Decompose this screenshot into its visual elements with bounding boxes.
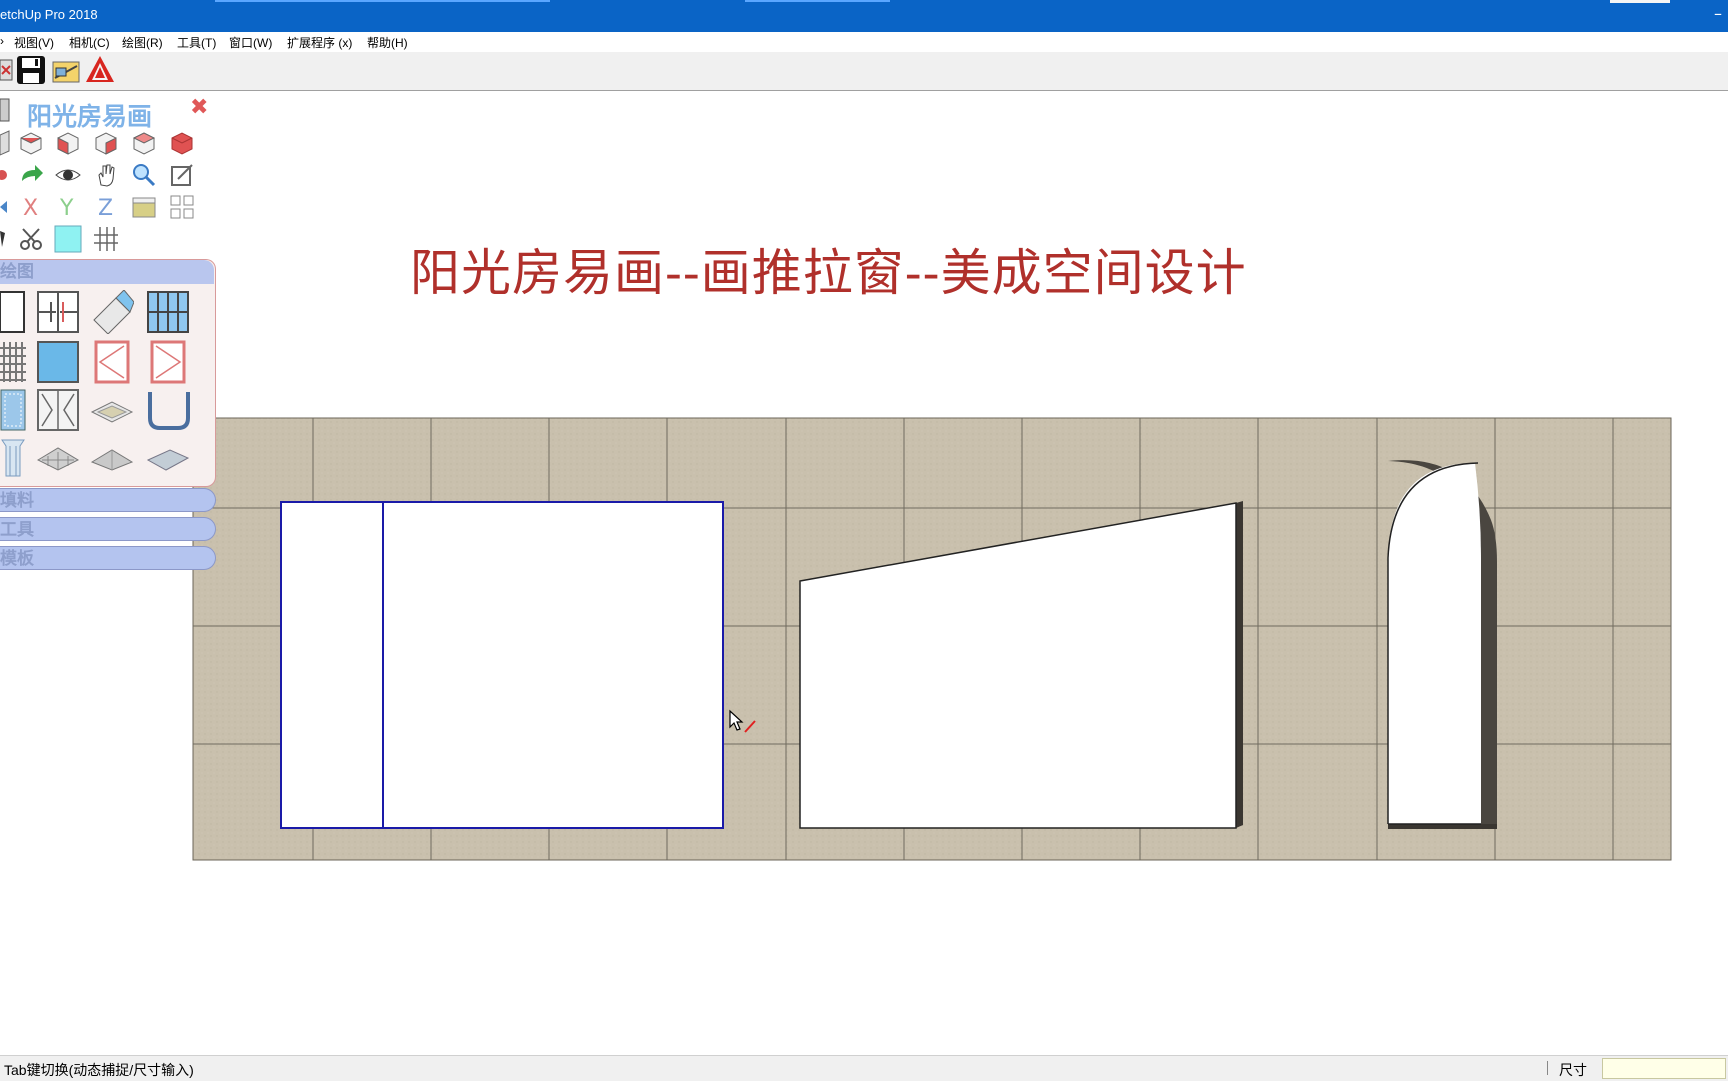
panel-header: 阳光房易画 ✖ bbox=[0, 91, 218, 131]
titlebar-highlight bbox=[745, 0, 890, 2]
view-right-icon[interactable] bbox=[92, 129, 120, 157]
status-bar: Tab键切换(动态捕捉/尺寸输入) 尺寸 bbox=[0, 1055, 1728, 1081]
measurement-label: 尺寸 bbox=[1559, 1062, 1587, 1078]
double-window-icon[interactable] bbox=[146, 290, 190, 334]
materials-section[interactable]: 填料 bbox=[0, 488, 216, 512]
draw-section-header[interactable]: 绘图 bbox=[0, 260, 214, 284]
sliding-window-icon[interactable] bbox=[36, 290, 80, 334]
view-back-icon[interactable] bbox=[130, 129, 158, 157]
plugin-logo: 阳光房易画 bbox=[27, 102, 153, 131]
glass-panel-icon[interactable] bbox=[36, 340, 80, 384]
fill-face-icon[interactable] bbox=[54, 225, 82, 253]
title-bar: etchUp Pro 2018 – bbox=[0, 0, 1728, 32]
eraser-icon[interactable] bbox=[90, 290, 134, 334]
screen-door-icon[interactable] bbox=[0, 388, 26, 432]
orbit-edge-icon[interactable] bbox=[0, 161, 8, 189]
x-axis-icon[interactable]: X bbox=[17, 193, 45, 221]
resize-icon[interactable] bbox=[0, 54, 14, 86]
roof-truss-icon[interactable] bbox=[36, 436, 80, 480]
menu-item-edge[interactable]: › bbox=[0, 34, 4, 48]
zoom-icon[interactable] bbox=[130, 161, 158, 189]
menu-item-draw[interactable]: 绘图(R) bbox=[122, 34, 163, 51]
rectangular-opening[interactable] bbox=[280, 501, 724, 829]
frame-rect-icon[interactable] bbox=[0, 290, 26, 334]
view-front-icon[interactable] bbox=[54, 129, 82, 157]
menu-bar: › 视图(V) 相机(C) 绘图(R) 工具(T) 窗口(W) 扩展程序 (x)… bbox=[0, 32, 1728, 52]
casement-left-icon[interactable] bbox=[90, 340, 134, 384]
svg-text:X: X bbox=[23, 196, 38, 221]
main-toolbar bbox=[0, 52, 1728, 91]
scissors-icon[interactable] bbox=[17, 225, 45, 253]
menu-item-tools[interactable]: 工具(T) bbox=[177, 34, 216, 51]
minimize-button[interactable]: – bbox=[1708, 0, 1728, 32]
skylight-icon[interactable] bbox=[90, 388, 134, 432]
pan-hand-icon[interactable] bbox=[92, 161, 120, 189]
view-top-icon[interactable] bbox=[17, 129, 45, 157]
tools-section[interactable]: 工具 bbox=[0, 517, 216, 541]
app-title: etchUp Pro 2018 bbox=[0, 7, 98, 22]
view-title: 阳光房易画--画推拉窗--美成空间设计 bbox=[410, 244, 1247, 302]
panel-grip-icon[interactable] bbox=[0, 95, 10, 123]
status-separator bbox=[1547, 1061, 1548, 1075]
menu-item-camera[interactable]: 相机(C) bbox=[69, 34, 110, 51]
slope-roof-icon[interactable] bbox=[146, 436, 190, 480]
gutter-icon[interactable] bbox=[146, 388, 190, 432]
hip-roof-icon[interactable] bbox=[90, 436, 134, 480]
menu-item-view[interactable]: 视图(V) bbox=[14, 34, 54, 51]
column-icon[interactable] bbox=[0, 436, 26, 480]
layout-icon[interactable] bbox=[84, 54, 116, 86]
folding-door-icon[interactable] bbox=[36, 388, 80, 432]
templates-section[interactable]: 模板 bbox=[0, 546, 216, 570]
menu-item-extensions[interactable]: 扩展程序 (x) bbox=[287, 34, 352, 51]
z-axis-icon[interactable]: Z bbox=[92, 193, 120, 221]
y-axis-icon[interactable]: Y bbox=[54, 193, 82, 221]
casement-right-icon[interactable] bbox=[146, 340, 190, 384]
view-iso-red-icon[interactable] bbox=[168, 129, 196, 157]
svg-text:Z: Z bbox=[98, 196, 113, 221]
titlebar-highlight bbox=[215, 0, 550, 2]
zoom-extents-icon[interactable] bbox=[168, 161, 196, 189]
menu-item-window[interactable]: 窗口(W) bbox=[229, 34, 272, 51]
mesh-icon[interactable] bbox=[0, 340, 26, 384]
titlebar-highlight bbox=[1610, 0, 1670, 3]
axes-edge-icon[interactable] bbox=[0, 193, 8, 221]
scene-icon[interactable] bbox=[130, 193, 158, 221]
arched-opening[interactable] bbox=[1387, 460, 1497, 829]
close-panel-button[interactable]: ✖ bbox=[190, 95, 208, 120]
sketch-icon[interactable] bbox=[50, 54, 82, 86]
redo-icon[interactable] bbox=[17, 161, 45, 189]
eye-icon[interactable] bbox=[54, 161, 82, 189]
svg-text:Y: Y bbox=[59, 196, 74, 221]
grid-lines-icon[interactable] bbox=[92, 225, 120, 253]
status-hint: Tab键切换(动态捕捉/尺寸输入) bbox=[4, 1062, 194, 1078]
draw-section: 绘图 bbox=[0, 259, 216, 487]
view-iso-icon[interactable] bbox=[0, 129, 10, 157]
drawing-area[interactable]: 阳光房易画--画推拉窗--美成空间设计 bbox=[0, 91, 1728, 1055]
mouse-cursor-icon bbox=[729, 709, 744, 731]
save-icon[interactable] bbox=[15, 54, 47, 86]
menu-item-help[interactable]: 帮助(H) bbox=[367, 34, 408, 51]
sunroom-plugin-panel: 阳光房易画 ✖ X Y Z 绘图 填料 工具 模板 bbox=[0, 91, 218, 576]
pencil-edge-icon[interactable] bbox=[0, 225, 6, 253]
component-grid-icon[interactable] bbox=[168, 193, 196, 221]
measurement-input[interactable] bbox=[1602, 1058, 1726, 1079]
